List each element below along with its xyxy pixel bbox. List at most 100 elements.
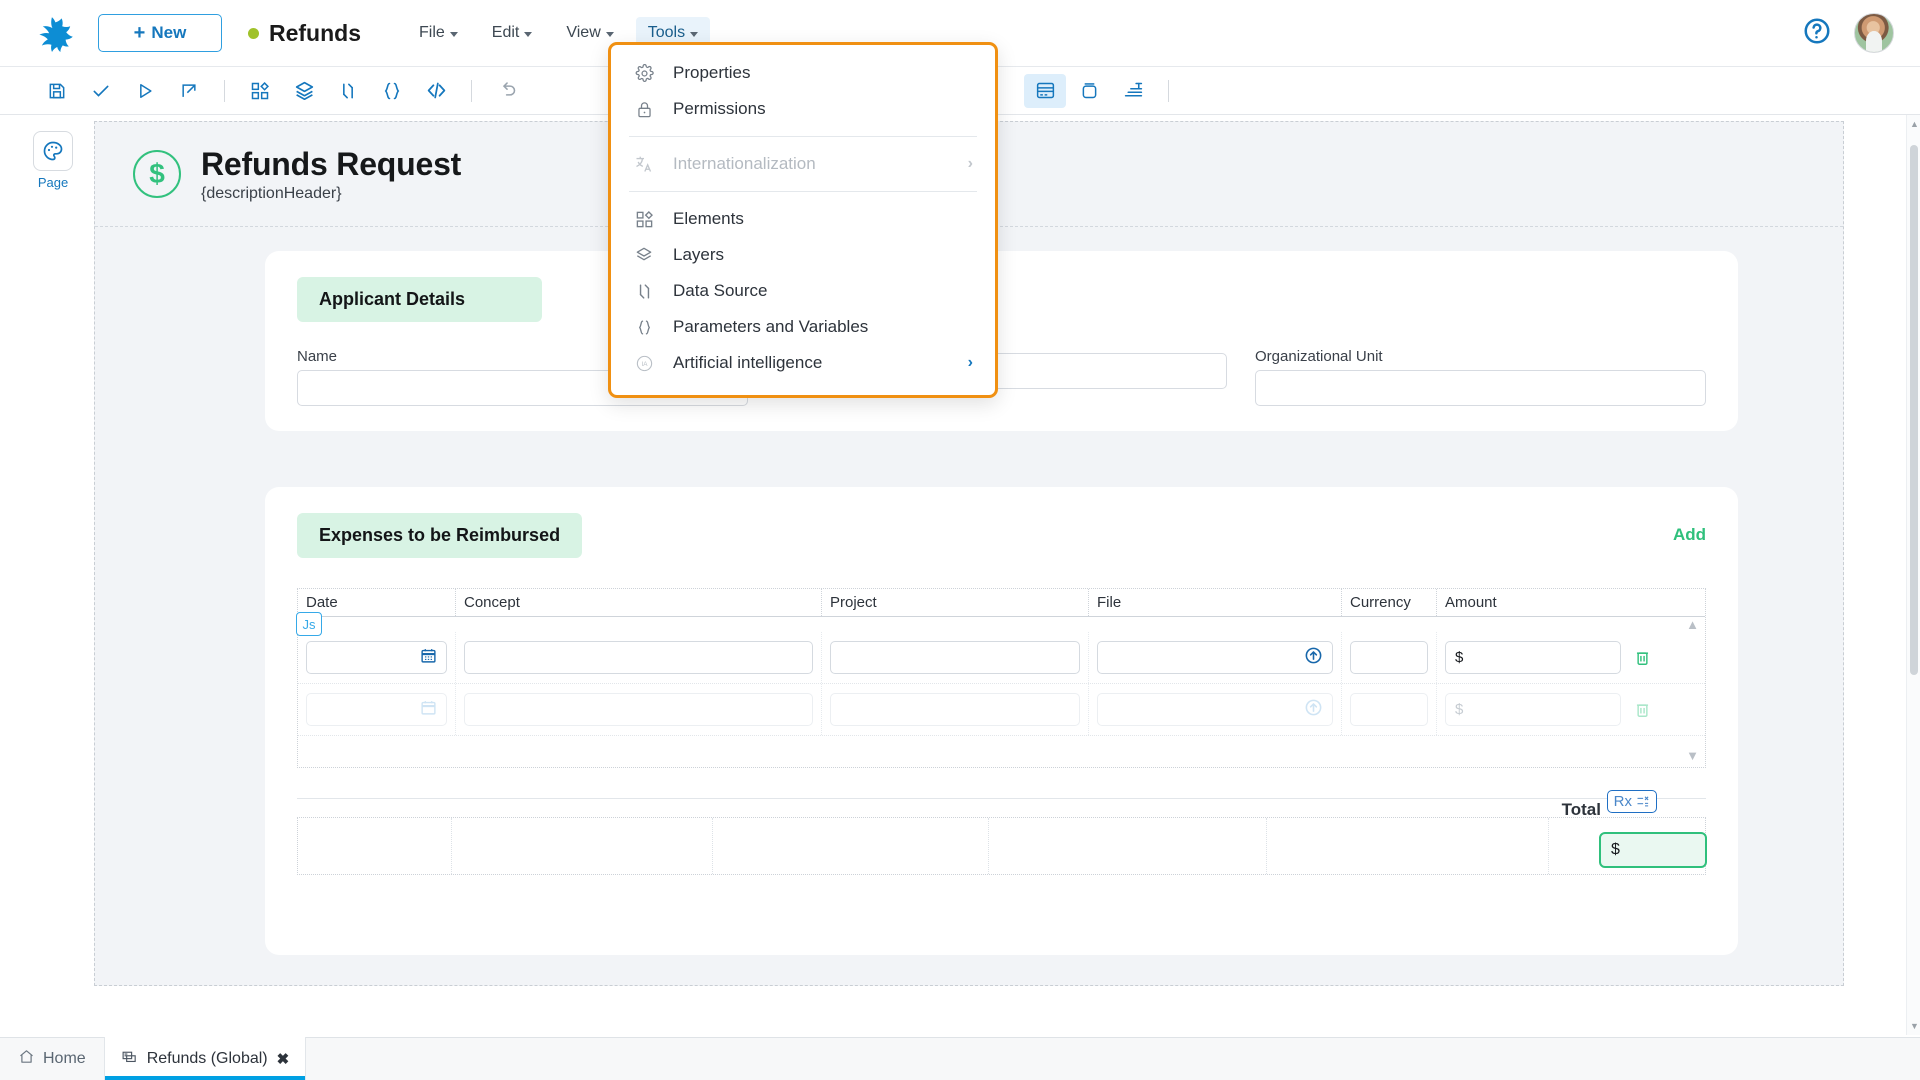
cell-date[interactable] — [298, 632, 456, 683]
elements-icon[interactable] — [239, 74, 281, 108]
new-button-label: New — [151, 23, 187, 42]
calendar-icon[interactable] — [420, 699, 437, 720]
date-input[interactable] — [306, 693, 447, 726]
concept-input[interactable] — [464, 693, 813, 726]
column-header-date: Date — [298, 589, 456, 616]
grid-scroll-up-icon[interactable]: ▲ — [298, 617, 1705, 632]
date-input[interactable] — [306, 641, 447, 674]
help-circle-icon[interactable] — [1802, 16, 1832, 51]
section-title-expenses: Expenses to be Reimbursed — [297, 513, 583, 558]
file-upload-input[interactable] — [1097, 641, 1333, 674]
menu-item-permissions-label: Permissions — [673, 99, 766, 118]
rail-tool-page[interactable]: Page — [18, 131, 88, 190]
amount-input[interactable]: $ — [1445, 693, 1621, 726]
project-input[interactable] — [830, 641, 1080, 674]
menu-item-layers[interactable]: Layers — [611, 237, 995, 273]
calendar-icon[interactable] — [420, 647, 437, 668]
menu-item-elements[interactable]: Elements — [611, 201, 995, 237]
total-currency-prefix: $ — [1611, 841, 1620, 858]
currency-input[interactable] — [1350, 693, 1428, 726]
taskbar-home-button[interactable]: Home — [0, 1037, 104, 1080]
cell-amount[interactable]: $ — [1437, 684, 1629, 735]
canvas-vertical-scrollbar[interactable]: ▲ ▼ — [1906, 115, 1920, 1035]
align-icon[interactable] — [1112, 74, 1154, 108]
table-row[interactable]: Js $ — [296, 612, 1705, 684]
scrollbar-thumb[interactable] — [1910, 145, 1918, 675]
concept-input[interactable] — [464, 641, 813, 674]
column-header-amount: Amount — [1445, 594, 1497, 611]
amount-currency-prefix: $ — [1455, 701, 1464, 718]
table-row[interactable]: $ — [298, 684, 1705, 736]
column-header-file: File — [1089, 589, 1342, 616]
menu-edit[interactable]: Edit — [480, 17, 545, 49]
amount-input[interactable]: $ — [1445, 641, 1621, 674]
org-unit-input[interactable] — [1255, 370, 1706, 406]
cell-file[interactable] — [1089, 632, 1342, 683]
menu-file[interactable]: File — [407, 17, 470, 49]
file-upload-input[interactable] — [1097, 693, 1333, 726]
section-title-applicant: Applicant Details — [297, 277, 542, 322]
gear-icon — [633, 63, 655, 83]
avatar[interactable] — [1854, 13, 1894, 53]
add-row-button[interactable]: Add — [1673, 513, 1706, 545]
cell-currency[interactable] — [1342, 684, 1437, 735]
rx-badge-label: Rx — [1613, 793, 1632, 810]
menu-item-data-source-label: Data Source — [673, 281, 768, 300]
elements-icon — [633, 210, 655, 229]
taskbar-tab-refunds[interactable]: Refunds (Global) ✖ — [103, 1037, 307, 1080]
applicant-fields-row: Name Organizational Unit — [297, 348, 1706, 406]
braces-icon — [633, 318, 655, 337]
close-icon[interactable]: ✖ — [277, 1050, 290, 1068]
js-script-badge[interactable]: Js — [296, 612, 322, 636]
plus-icon: + — [133, 22, 146, 44]
app-logo-icon[interactable] — [22, 13, 84, 53]
cell-concept[interactable] — [456, 684, 822, 735]
delete-row-icon[interactable] — [1629, 648, 1655, 667]
menu-item-permissions[interactable]: Permissions — [611, 91, 995, 127]
cell-project[interactable] — [822, 684, 1089, 735]
grid-scroll-down-icon[interactable]: ▼ — [298, 736, 1705, 767]
parameters-icon[interactable] — [371, 74, 413, 108]
menu-item-artificial-intelligence[interactable]: IA Artificial intelligence › — [611, 345, 995, 381]
scroll-down-arrow-icon[interactable]: ▼ — [1910, 1021, 1919, 1031]
container-icon[interactable] — [1068, 74, 1110, 108]
cell-currency[interactable] — [1342, 632, 1437, 683]
new-button[interactable]: + New — [98, 14, 222, 52]
cell-project[interactable] — [822, 632, 1089, 683]
bottom-taskbar: Home Refunds (Global) ✖ — [0, 1037, 1920, 1080]
menu-item-parameters-and-variables-label: Parameters and Variables — [673, 317, 869, 336]
menu-item-properties[interactable]: Properties — [611, 55, 995, 91]
data-source-icon[interactable] — [327, 74, 369, 108]
menu-item-internationalization-label: Internationalization — [673, 154, 816, 173]
upload-circle-icon[interactable] — [1304, 646, 1323, 669]
applicant-details-card: Applicant Details Name Organizational Un… — [265, 251, 1738, 431]
rail-tool-page-label: Page — [37, 175, 69, 190]
currency-input[interactable] — [1350, 641, 1428, 674]
menu-item-parameters-and-variables[interactable]: Parameters and Variables — [611, 309, 995, 345]
design-canvas[interactable]: $ Refunds Request {descriptionHeader} Ap… — [88, 115, 1910, 1035]
layers-icon[interactable] — [283, 74, 325, 108]
cell-file[interactable] — [1089, 684, 1342, 735]
code-icon[interactable] — [415, 74, 457, 108]
total-amount-input[interactable]: $ — [1599, 832, 1707, 868]
app-window: + New Refunds File Edit View Tools Page … — [0, 0, 1920, 1080]
expenses-card: Expenses to be Reimbursed Add Date Conce… — [265, 487, 1738, 955]
menu-item-data-source[interactable]: Data Source — [611, 273, 995, 309]
taskbar-tab-label: Refunds (Global) — [146, 1049, 268, 1067]
total-label: Total — [1561, 800, 1601, 819]
status-dot-icon — [248, 27, 259, 39]
cell-amount[interactable]: $ — [1437, 632, 1629, 683]
cell-date[interactable] — [298, 684, 456, 735]
rx-formula-badge[interactable]: Rx — [1606, 790, 1657, 813]
undo-icon[interactable] — [486, 74, 528, 108]
save-icon[interactable] — [36, 74, 78, 108]
cell-concept[interactable] — [456, 632, 822, 683]
grid-icon[interactable] — [1024, 73, 1066, 108]
scroll-up-arrow-icon[interactable]: ▲ — [1910, 119, 1919, 129]
upload-circle-icon[interactable] — [1304, 698, 1323, 721]
validate-check-icon[interactable] — [80, 74, 122, 108]
project-input[interactable] — [830, 693, 1080, 726]
publish-export-icon[interactable] — [168, 74, 210, 108]
delete-row-icon[interactable] — [1629, 700, 1655, 719]
run-play-icon[interactable] — [124, 74, 166, 108]
